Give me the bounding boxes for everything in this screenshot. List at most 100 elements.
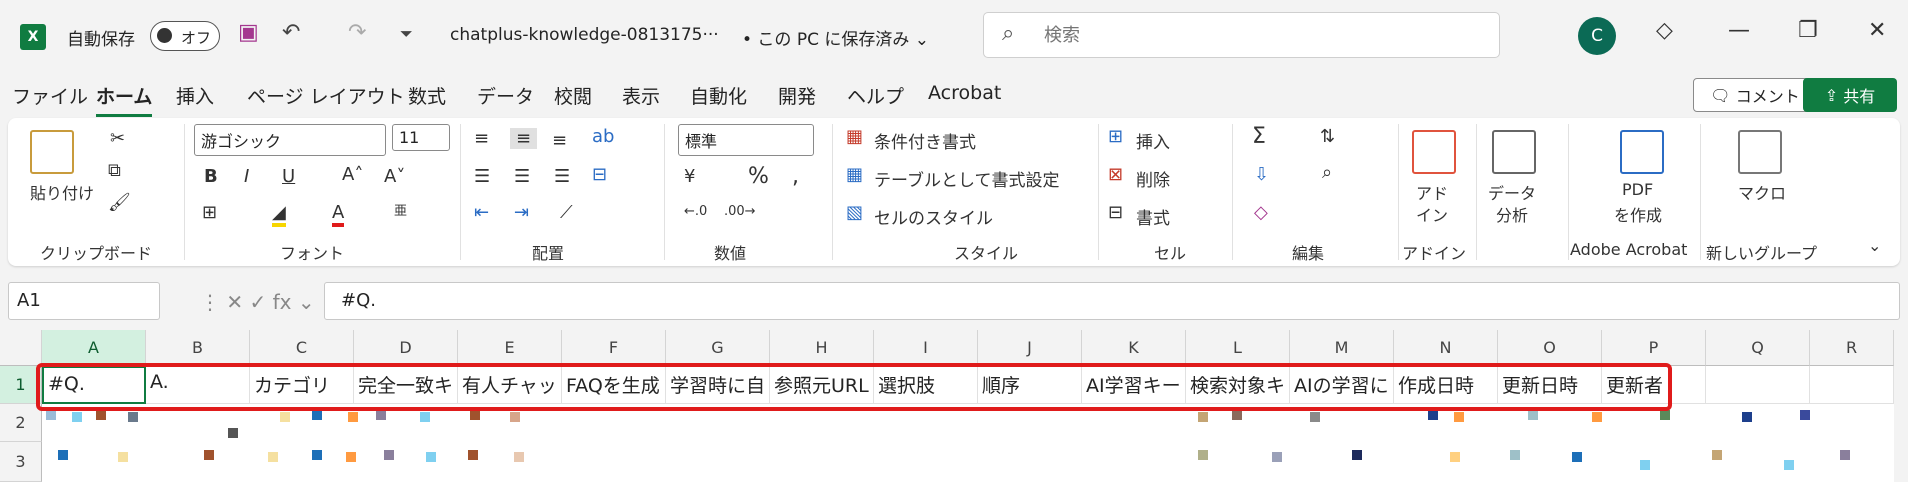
- create-pdf-icon[interactable]: [1620, 130, 1664, 174]
- column-header-d[interactable]: D: [354, 330, 458, 366]
- tab-formulas[interactable]: 数式: [408, 82, 446, 109]
- search-input[interactable]: [1044, 22, 1464, 48]
- data-analysis-line2[interactable]: 分析: [1496, 202, 1528, 226]
- format-cells-icon[interactable]: ⊟: [1108, 202, 1123, 223]
- conditional-format-icon[interactable]: ▦: [846, 126, 863, 147]
- select-all-corner[interactable]: [0, 330, 42, 366]
- column-header-f[interactable]: F: [562, 330, 666, 366]
- find-icon[interactable]: ⌕: [1322, 162, 1332, 183]
- column-header-c[interactable]: C: [250, 330, 354, 366]
- format-painter-icon[interactable]: 🖌: [108, 192, 131, 213]
- number-format-select[interactable]: 標準: [678, 124, 814, 156]
- column-header-m[interactable]: M: [1290, 330, 1394, 366]
- decrease-font-icon[interactable]: A˅: [384, 166, 405, 187]
- addins-icon[interactable]: [1412, 130, 1456, 174]
- collapse-ribbon-icon[interactable]: ⌄: [1868, 236, 1881, 255]
- align-middle-icon[interactable]: ≡: [510, 128, 538, 149]
- align-top-icon[interactable]: ≡: [474, 128, 489, 149]
- font-color-icon[interactable]: A: [332, 202, 345, 227]
- insert-cells-button[interactable]: 挿入: [1136, 128, 1170, 153]
- tab-acrobat[interactable]: Acrobat: [928, 82, 1001, 104]
- column-header-g[interactable]: G: [666, 330, 770, 366]
- name-box[interactable]: A1: [8, 282, 160, 320]
- conditional-format-button[interactable]: 条件付き書式: [874, 128, 976, 153]
- restore-icon[interactable]: ❐: [1798, 18, 1818, 43]
- column-header-e[interactable]: E: [458, 330, 562, 366]
- borders-icon[interactable]: ⊞: [202, 202, 217, 223]
- increase-indent-icon[interactable]: ⇥: [514, 202, 529, 223]
- underline-icon[interactable]: U: [282, 166, 295, 187]
- cell-q1[interactable]: [1706, 366, 1810, 404]
- currency-icon[interactable]: ¥: [684, 166, 695, 187]
- column-header-o[interactable]: O: [1498, 330, 1602, 366]
- data-analysis-line1[interactable]: データ: [1488, 180, 1536, 204]
- diamond-icon[interactable]: ◇: [1656, 18, 1673, 43]
- font-size-select[interactable]: 11: [392, 124, 450, 151]
- tab-file[interactable]: ファイル: [12, 82, 88, 109]
- fill-icon[interactable]: ⇩: [1254, 164, 1269, 185]
- column-header-r[interactable]: R: [1810, 330, 1894, 366]
- align-bottom-icon[interactable]: ≡: [552, 130, 567, 151]
- column-header-k[interactable]: K: [1082, 330, 1186, 366]
- increase-decimal-icon[interactable]: ←.0: [684, 204, 707, 219]
- tab-review[interactable]: 校閲: [554, 82, 592, 109]
- font-family-select[interactable]: 游ゴシック: [194, 124, 386, 156]
- column-header-q[interactable]: Q: [1706, 330, 1810, 366]
- cell-styles-icon[interactable]: ▧: [846, 202, 863, 223]
- clear-icon[interactable]: ◇: [1254, 202, 1268, 223]
- customize-toolbar-icon[interactable]: ⏷: [400, 24, 413, 44]
- wrap-text-icon[interactable]: ab: [592, 126, 614, 147]
- column-header-a[interactable]: A: [42, 330, 146, 366]
- format-as-table-icon[interactable]: ▦: [846, 164, 863, 185]
- save-icon[interactable]: ▣: [238, 20, 259, 45]
- decrease-decimal-icon[interactable]: .00→: [724, 204, 756, 219]
- paste-label[interactable]: 貼り付け: [30, 180, 94, 204]
- avatar[interactable]: C: [1578, 17, 1616, 55]
- create-pdf-line1[interactable]: PDF: [1622, 180, 1653, 199]
- bold-icon[interactable]: B: [204, 166, 218, 187]
- column-header-p[interactable]: P: [1602, 330, 1706, 366]
- align-center-icon[interactable]: ☰: [514, 166, 530, 187]
- column-header-n[interactable]: N: [1394, 330, 1498, 366]
- delete-cells-icon[interactable]: ⊠: [1108, 164, 1123, 185]
- redo-icon[interactable]: ↷: [348, 20, 366, 45]
- increase-font-icon[interactable]: A˄: [342, 164, 363, 185]
- format-cells-button[interactable]: 書式: [1136, 204, 1170, 229]
- tab-data[interactable]: データ: [477, 82, 534, 109]
- tab-help[interactable]: ヘルプ: [847, 82, 904, 109]
- undo-icon[interactable]: ↶: [282, 20, 300, 45]
- align-right-icon[interactable]: ☰: [554, 166, 570, 187]
- formula-controls-icon[interactable]: ⋮ ✕ ✓ fx ⌄: [200, 290, 315, 314]
- column-header-h[interactable]: H: [770, 330, 874, 366]
- align-left-icon[interactable]: ☰: [474, 166, 490, 187]
- paste-icon[interactable]: [30, 130, 74, 174]
- share-button[interactable]: ⇪ 共有: [1803, 78, 1897, 112]
- copy-icon[interactable]: ⧉: [108, 160, 121, 181]
- cell-r1[interactable]: [1810, 366, 1894, 404]
- addins-label-line1[interactable]: アド: [1416, 180, 1448, 204]
- sort-filter-icon[interactable]: ⇅: [1320, 126, 1335, 147]
- save-state[interactable]: • この PC に保存済み ⌄: [742, 25, 929, 50]
- delete-cells-button[interactable]: 削除: [1136, 166, 1170, 191]
- tab-home[interactable]: ホーム: [96, 82, 153, 117]
- merge-icon[interactable]: ⊟: [592, 164, 607, 185]
- row-header-3[interactable]: 3: [0, 442, 42, 482]
- autosave-toggle[interactable]: オフ: [150, 21, 220, 51]
- tab-page-layout[interactable]: ページ レイアウト: [247, 82, 405, 109]
- comma-icon[interactable]: ,: [792, 164, 799, 189]
- column-header-b[interactable]: B: [146, 330, 250, 366]
- column-header-i[interactable]: I: [874, 330, 978, 366]
- addins-label-line2[interactable]: イン: [1416, 202, 1448, 226]
- tab-view[interactable]: 表示: [622, 82, 660, 109]
- percent-icon[interactable]: %: [748, 164, 769, 189]
- decrease-indent-icon[interactable]: ⇤: [474, 202, 489, 223]
- minimize-icon[interactable]: —: [1728, 18, 1750, 43]
- format-as-table-button[interactable]: テーブルとして書式設定: [874, 166, 1059, 191]
- phonetic-icon[interactable]: 亜: [394, 200, 407, 219]
- insert-cells-icon[interactable]: ⊞: [1108, 126, 1123, 147]
- autosum-icon[interactable]: Σ: [1252, 124, 1266, 149]
- tab-developer[interactable]: 開発: [778, 82, 816, 109]
- macro-label[interactable]: マクロ: [1738, 180, 1786, 204]
- create-pdf-line2[interactable]: を作成: [1614, 202, 1662, 226]
- vertical-scrollbar[interactable]: [1894, 330, 1908, 482]
